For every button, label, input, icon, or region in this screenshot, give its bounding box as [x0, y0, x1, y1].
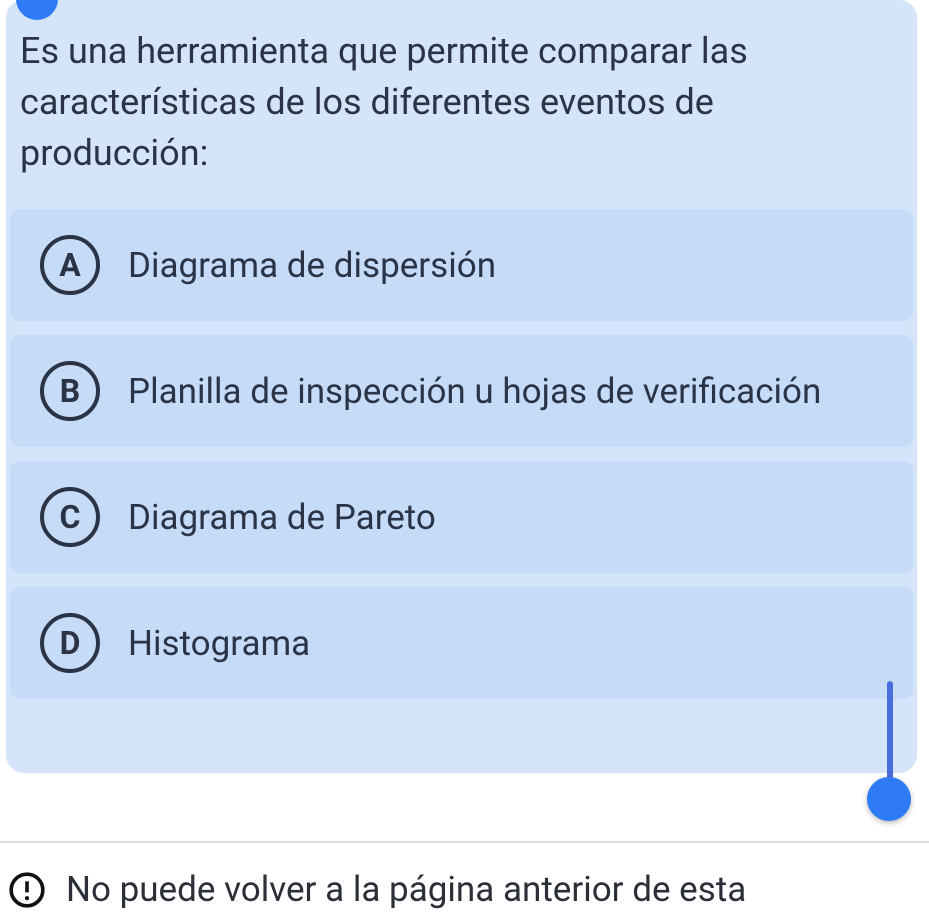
- options-list: A Diagrama de dispersión B Planilla de i…: [6, 209, 917, 699]
- option-letter-a: A: [40, 235, 100, 295]
- navigation-warning: No puede volver a la página anterior de …: [0, 843, 929, 913]
- option-text-a: Diagrama de dispersión: [128, 245, 496, 286]
- option-a[interactable]: A Diagrama de dispersión: [10, 209, 913, 321]
- option-text-c: Diagrama de Pareto: [128, 497, 436, 538]
- option-b[interactable]: B Planilla de inspección u hojas de veri…: [10, 335, 913, 447]
- option-letter-c: C: [40, 487, 100, 547]
- selection-handle-bottom[interactable]: [867, 777, 911, 821]
- navigation-warning-text: No puede volver a la página anterior de …: [66, 867, 746, 913]
- option-c[interactable]: C Diagrama de Pareto: [10, 461, 913, 573]
- option-d[interactable]: D Histograma: [10, 587, 913, 699]
- option-text-b: Planilla de inspección u hojas de verifi…: [128, 371, 821, 412]
- option-letter-b: B: [40, 361, 100, 421]
- option-text-d: Histograma: [128, 623, 310, 664]
- question-prompt: Es una herramienta que permite comparar …: [6, 0, 917, 209]
- question-card: Es una herramienta que permite comparar …: [6, 0, 917, 773]
- option-letter-d: D: [40, 613, 100, 673]
- alert-icon: [8, 871, 48, 913]
